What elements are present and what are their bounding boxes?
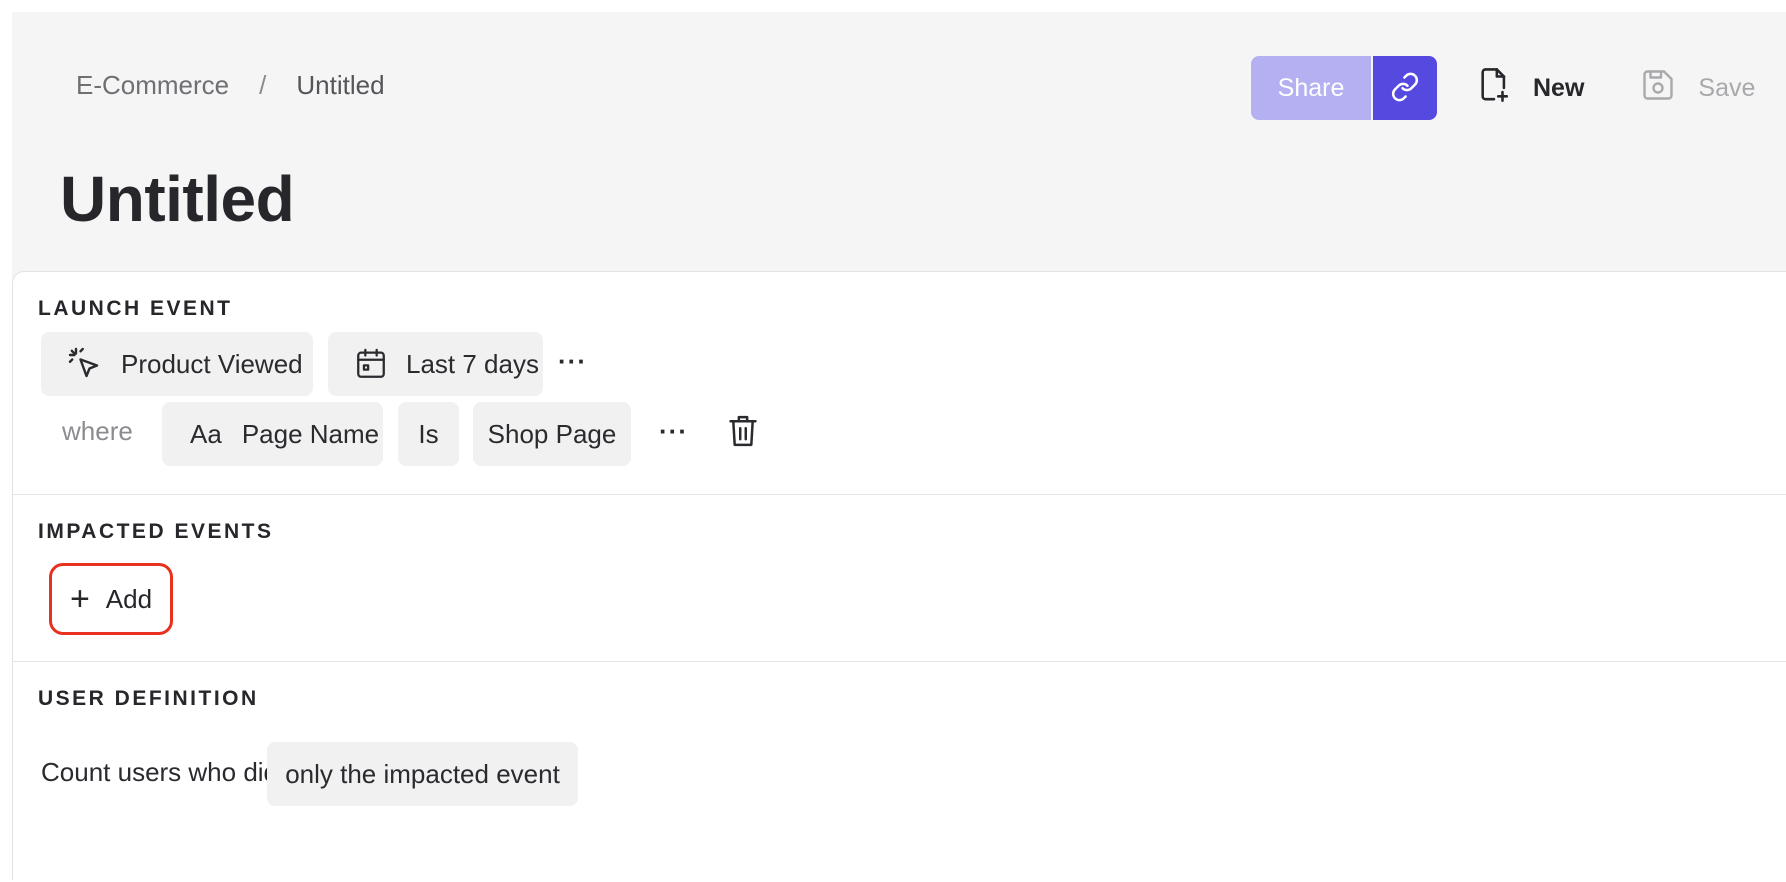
delete-filter-button[interactable]	[726, 413, 760, 452]
breadcrumb-parent[interactable]: E-Commerce	[76, 70, 229, 101]
new-file-icon	[1477, 66, 1533, 111]
launch-event-section: LAUNCH EVENT Product Viewed Last 7 days …	[13, 272, 1786, 494]
breadcrumb-current: Untitled	[296, 70, 385, 100]
section-label: USER DEFINITION	[38, 687, 259, 710]
toolbar: Share New Save	[1251, 56, 1755, 120]
filter-property-name: Page Name	[241, 418, 380, 449]
copy-link-button[interactable]	[1373, 56, 1437, 120]
event-more-button[interactable]: ···	[558, 346, 587, 377]
report-builder-panel: LAUNCH EVENT Product Viewed Last 7 days …	[12, 271, 1786, 880]
where-label: where	[62, 416, 133, 446]
link-icon	[1390, 72, 1420, 105]
plus-icon: +	[69, 580, 90, 618]
date-range-label: Last 7 days	[406, 348, 539, 379]
breadcrumb: E-Commerce / Untitled	[76, 70, 385, 101]
user-definition-selection: only the impacted event	[285, 758, 560, 789]
add-impacted-event-button[interactable]: + Add	[49, 563, 173, 635]
filter-operator-selector[interactable]: Is	[398, 402, 459, 466]
text-type-icon: Aa	[190, 418, 222, 449]
cursor-click-icon	[67, 346, 103, 382]
save-button[interactable]: Save	[1640, 67, 1755, 110]
section-label: IMPACTED EVENTS	[38, 520, 274, 543]
report-header: E-Commerce / Untitled Untitled Share New…	[12, 12, 1786, 272]
filter-more-button[interactable]: ···	[659, 416, 688, 447]
event-name: Product Viewed	[121, 348, 303, 379]
new-button[interactable]: New	[1477, 66, 1584, 111]
impacted-events-section: IMPACTED EVENTS + Add	[13, 495, 1786, 661]
filter-property-selector[interactable]: Aa Page Name	[162, 402, 383, 466]
save-button-label: Save	[1698, 73, 1756, 102]
user-definition-selector[interactable]: only the impacted event	[267, 742, 578, 806]
breadcrumb-separator: /	[259, 70, 267, 100]
add-button-label: Add	[105, 583, 153, 614]
share-button[interactable]: Share	[1251, 56, 1371, 120]
filter-value-selector[interactable]: Shop Page	[473, 402, 631, 466]
page-title[interactable]: Untitled	[60, 162, 295, 236]
filter-operator: Is	[418, 418, 439, 449]
save-icon	[1640, 67, 1698, 110]
report-page: E-Commerce / Untitled Untitled Share New…	[12, 12, 1786, 880]
new-button-label: New	[1533, 73, 1585, 102]
filter-value: Shop Page	[487, 418, 617, 449]
calendar-icon	[354, 347, 388, 381]
user-definition-section: USER DEFINITION Count users who did only…	[13, 662, 1786, 882]
event-selector[interactable]: Product Viewed	[41, 332, 313, 396]
trash-icon	[726, 415, 760, 452]
date-range-selector[interactable]: Last 7 days	[328, 332, 543, 396]
section-label: LAUNCH EVENT	[38, 297, 233, 320]
user-definition-prefix: Count users who did	[41, 757, 279, 787]
